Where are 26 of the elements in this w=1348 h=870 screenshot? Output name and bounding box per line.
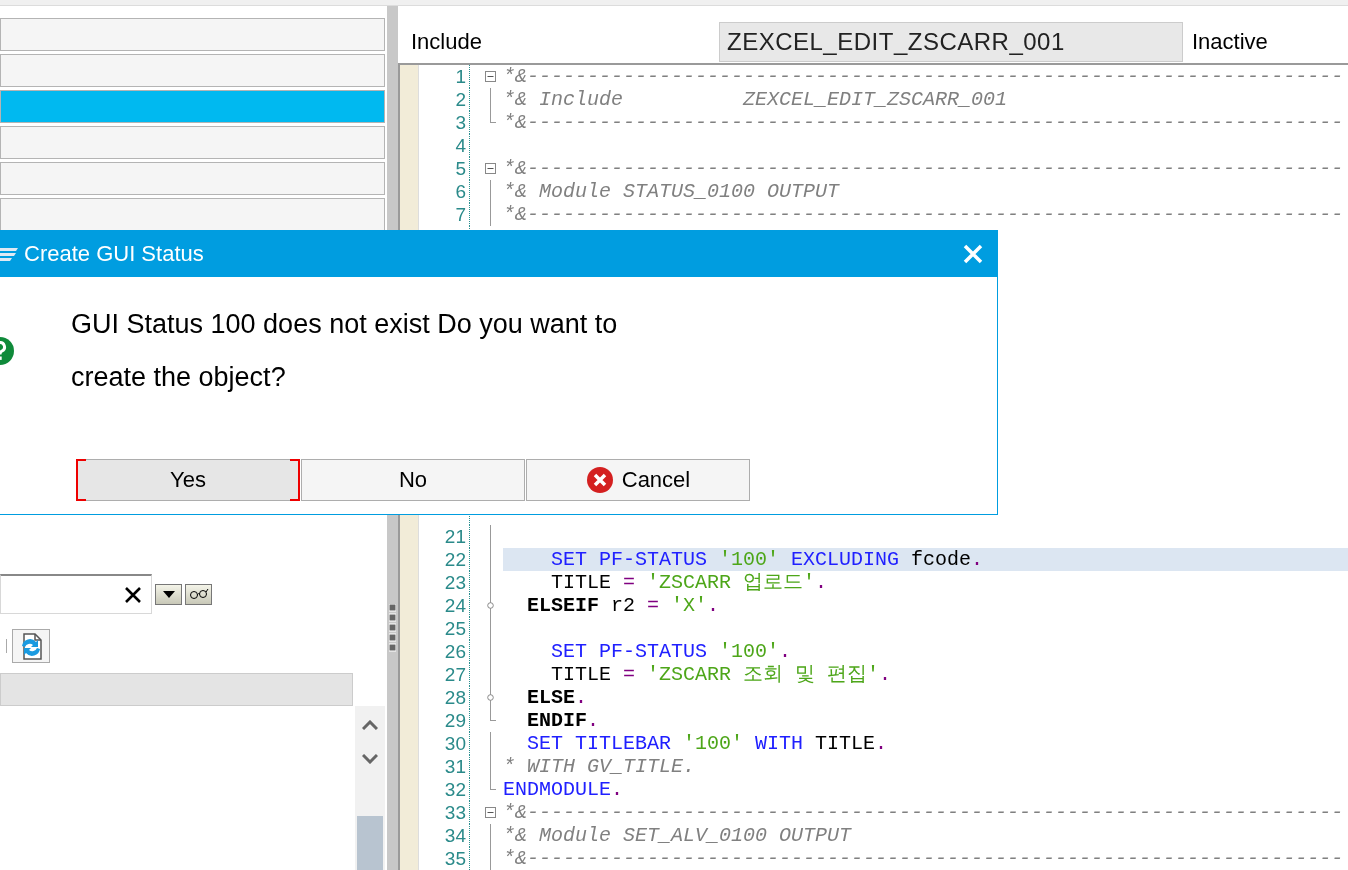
code-line: *&-------------------------------------------------------------------- [503, 65, 1345, 88]
code-line: *& Module SET_ALV_0100 OUTPUT [503, 824, 853, 847]
status-text: Inactive [1192, 28, 1268, 55]
code-line: *&-------------------------------------------------------------------- [503, 801, 1345, 824]
code-line: *& Include ZEXCEL_EDIT_ZSCARR_001 [503, 88, 1009, 111]
code-line: ENDMODULE. [503, 778, 625, 801]
code-line: ELSE. [526, 686, 589, 709]
code-line: *&-------------------------------------------------------------------- [503, 111, 1345, 134]
line-number: 4 [419, 134, 470, 157]
code-line: *&-------------------------------------------------------------------- [503, 203, 1345, 226]
code-line: *&-------------------------------------------------------------------- [503, 157, 1345, 180]
code-line: * WITH GV_TITLE. [503, 755, 697, 778]
line-number: 1 [419, 65, 470, 88]
include-label: Include [411, 28, 483, 55]
code-line: ENDIF. [526, 709, 601, 732]
line-number: 5 [419, 157, 470, 180]
code-line: ELSEIF r2 = 'X'. [526, 594, 721, 617]
dialog-message: GUI Status 100 does not exist Do you want to create the object? [71, 308, 619, 394]
dialog-title: Create GUI Status [24, 241, 205, 267]
line-number: 33 [419, 801, 470, 824]
code-line: TITLE = 'ZSCARR 업로드'. [550, 571, 829, 594]
code-line: SET TITLEBAR '100' WITH TITLE. [526, 732, 889, 755]
code-line: *& Module STATUS_0100 OUTPUT [503, 180, 841, 203]
code-line: TITLE = 'ZSCARR 조회 및 편집'. [550, 663, 893, 686]
code-line: *&-------------------------------------------------------------------- [503, 847, 1345, 870]
code-line: SET PF-STATUS '100'. [550, 640, 793, 663]
